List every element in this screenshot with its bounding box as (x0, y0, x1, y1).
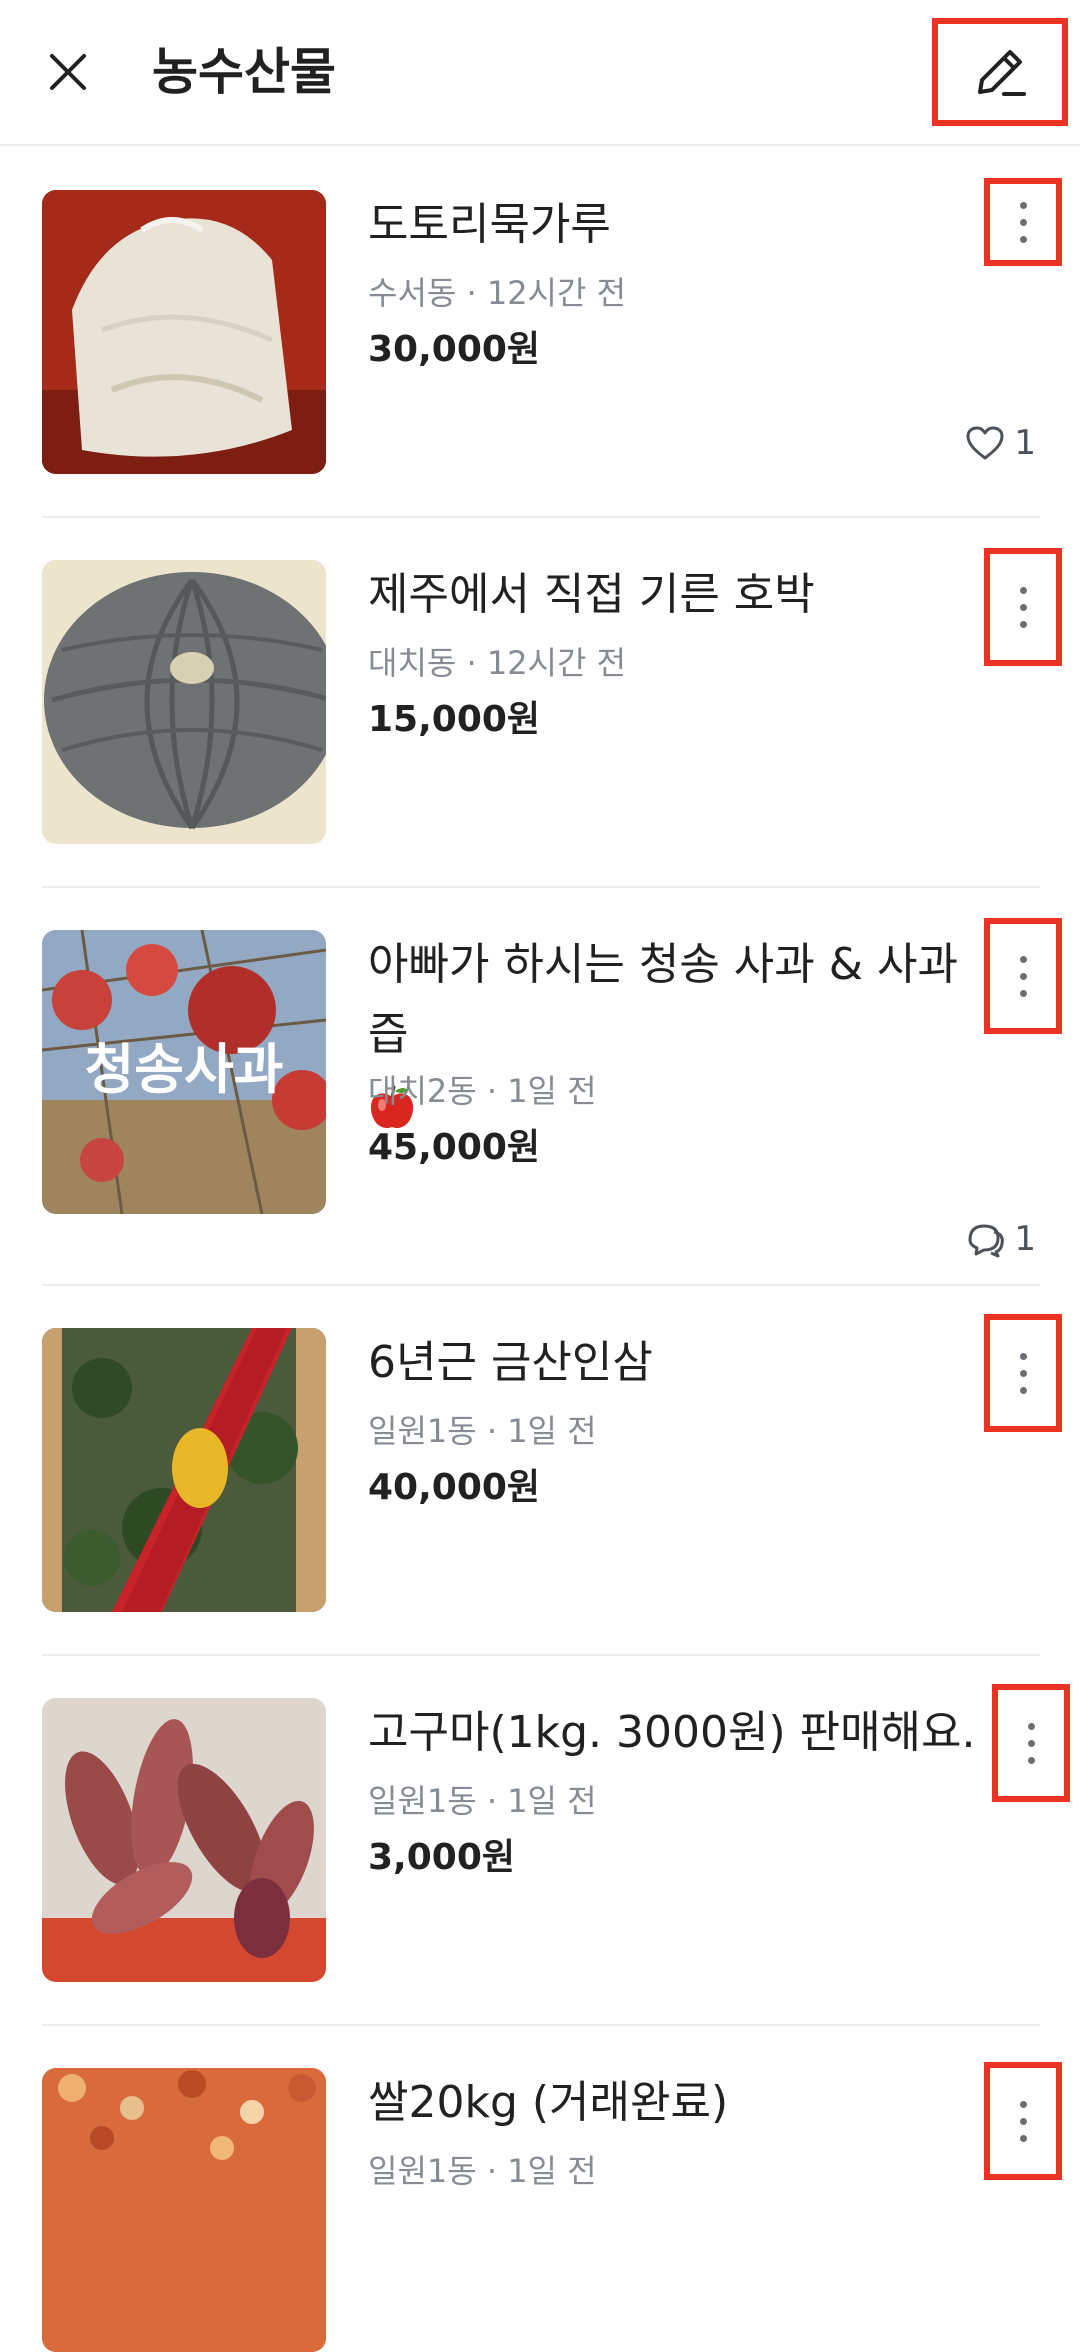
more-dot (1019, 1352, 1027, 1360)
more-dot (1019, 989, 1027, 997)
more-dot (1019, 972, 1027, 980)
list-item[interactable]: 제주에서 직접 기른 호박 대치동 · 12시간 전 15,000원 (0, 516, 1080, 888)
chat-bubble-icon (964, 1218, 1006, 1260)
like-count-value: 1 (1014, 423, 1036, 463)
page-title: 농수산물 (152, 43, 336, 101)
more-options-button[interactable] (984, 918, 1062, 1034)
product-thumbnail[interactable] (42, 2068, 326, 2352)
chat-count-value: 1 (1014, 1219, 1036, 1259)
item-meta: 일원1동 · 1일 전 (368, 2152, 597, 2190)
item-title-text: 아빠가 하시는 청송 사과 & 사과즙 (368, 939, 959, 1060)
product-thumbnail[interactable] (42, 190, 326, 474)
app-header: 농수산물 (0, 0, 1080, 146)
item-meta: 수서동 · 12시간 전 (368, 274, 627, 312)
item-title: 도토리묵가루 (368, 199, 611, 250)
more-dot (1019, 218, 1027, 226)
more-options-button[interactable] (984, 2062, 1062, 2180)
more-dot (1019, 586, 1027, 594)
list-item[interactable]: 청송사과 아빠가 하시는 청송 사과 & 사과즙 대치2동 · 1일 전 45,… (0, 886, 1080, 1286)
more-options-button[interactable] (984, 1314, 1062, 1432)
item-title: 제주에서 직접 기른 호박 (368, 569, 815, 620)
item-price: 40,000원 (368, 1467, 541, 1508)
more-dot (1019, 235, 1027, 243)
pencil-icon (978, 50, 1026, 96)
more-options-button[interactable] (984, 178, 1062, 266)
list-item[interactable]: 6년근 금산인삼 일원1동 · 1일 전 40,000원 (0, 1284, 1080, 1656)
list-item[interactable]: 쌀20kg (거래완료) 일원1동 · 1일 전 (0, 2024, 1080, 2352)
edit-button[interactable] (932, 18, 1068, 126)
item-meta: 대치2동 · 1일 전 (368, 1072, 597, 1110)
product-thumbnail[interactable] (42, 1328, 326, 1612)
more-options-button[interactable] (992, 1684, 1070, 1802)
more-dot (1019, 2117, 1027, 2125)
heart-icon (964, 422, 1006, 464)
list-item[interactable]: 고구마(1kg. 3000원) 판매해요. 일원1동 · 1일 전 3,000원 (0, 1654, 1080, 2026)
item-title: 쌀20kg (거래완료) (368, 2077, 729, 2128)
thumbnail-overlay-text: 청송사과 (85, 1037, 284, 1101)
product-thumbnail[interactable] (42, 1698, 326, 1982)
list-item[interactable]: 도토리묵가루 수서동 · 12시간 전 30,000원 1 (0, 146, 1080, 518)
item-title: 고구마(1kg. 3000원) 판매해요. (368, 1707, 976, 1758)
item-price: 15,000원 (368, 699, 541, 740)
more-options-button[interactable] (984, 548, 1062, 666)
more-dot (1027, 1756, 1035, 1764)
close-button[interactable] (42, 46, 94, 98)
product-thumbnail[interactable]: 청송사과 (42, 930, 326, 1214)
more-dot (1027, 1739, 1035, 1747)
item-price: 3,000원 (368, 1837, 515, 1878)
chat-count: 1 (964, 1218, 1036, 1260)
more-dot (1019, 620, 1027, 628)
close-icon (50, 54, 86, 90)
more-dot (1019, 955, 1027, 963)
more-dot (1027, 1722, 1035, 1730)
more-dot (1019, 603, 1027, 611)
more-dot (1019, 201, 1027, 209)
item-title: 6년근 금산인삼 (368, 1337, 653, 1388)
more-dot (1019, 1369, 1027, 1377)
item-meta: 대치동 · 12시간 전 (368, 644, 627, 682)
more-dot (1019, 2134, 1027, 2142)
more-dot (1019, 1386, 1027, 1394)
item-price: 45,000원 (368, 1127, 541, 1168)
more-dot (1019, 2100, 1027, 2108)
product-thumbnail[interactable] (42, 560, 326, 844)
like-count: 1 (964, 422, 1036, 464)
item-price: 30,000원 (368, 329, 541, 370)
item-meta: 일원1동 · 1일 전 (368, 1412, 597, 1450)
item-meta: 일원1동 · 1일 전 (368, 1782, 597, 1820)
